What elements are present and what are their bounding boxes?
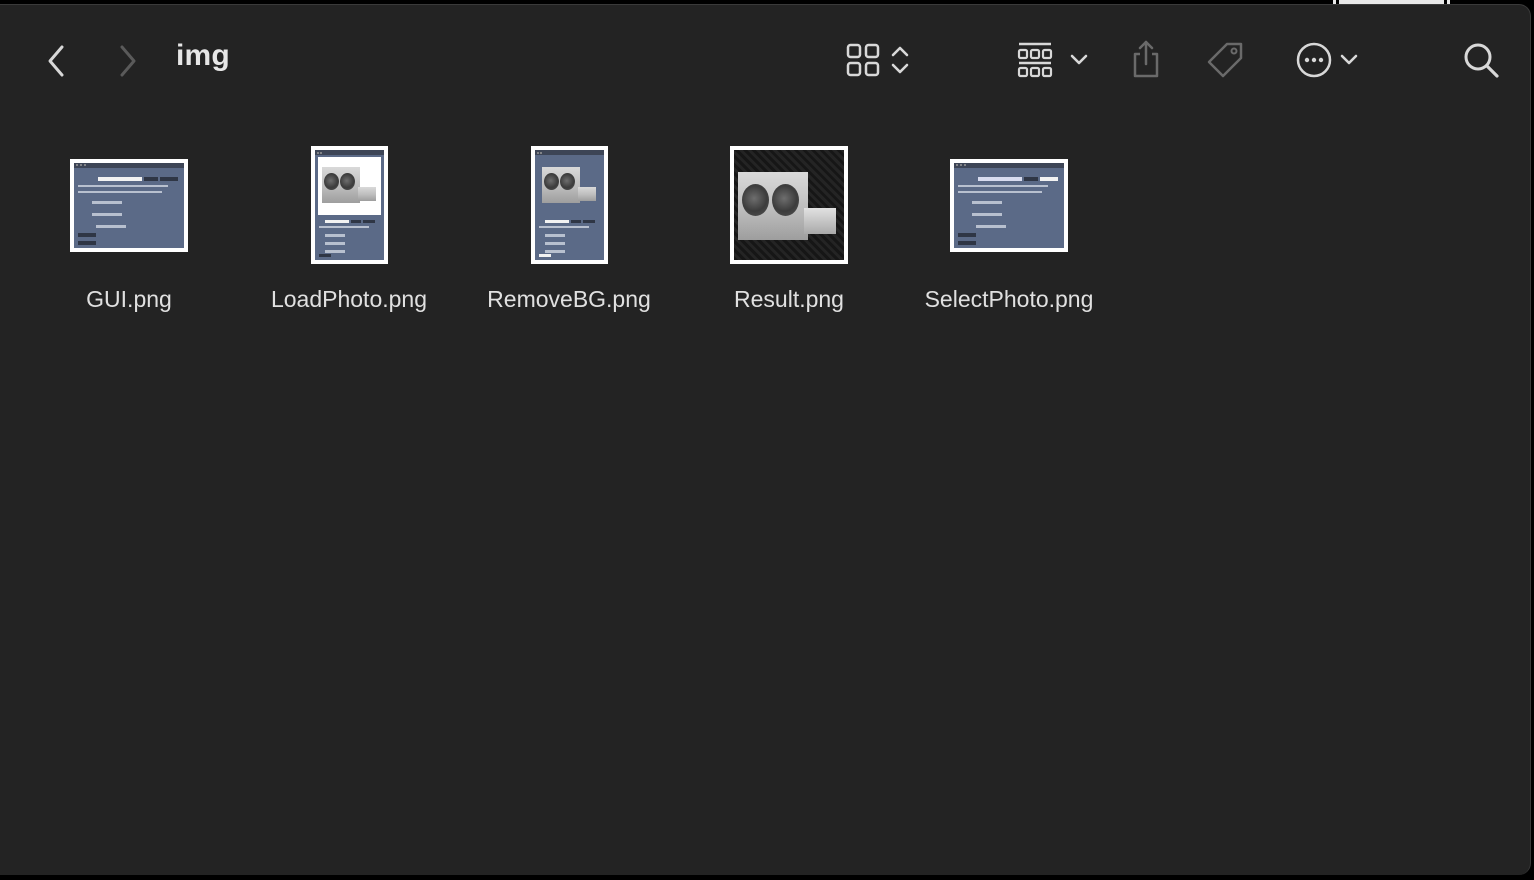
- tag-button[interactable]: [1204, 39, 1246, 81]
- chevron-down-icon: [1340, 54, 1358, 65]
- file-name: RemoveBG.png: [487, 286, 651, 312]
- file-name: LoadPhoto.png: [270, 286, 428, 312]
- view-mode-button[interactable]: [838, 39, 918, 81]
- grid-view-icon: [846, 43, 880, 77]
- share-button[interactable]: [1126, 37, 1166, 81]
- tag-icon: [1207, 42, 1243, 78]
- more-actions-button[interactable]: [1290, 39, 1364, 81]
- file-name: SelectPhoto.png: [924, 286, 1094, 312]
- thumbnail: [730, 146, 848, 264]
- search-icon: [1464, 43, 1499, 78]
- forward-button[interactable]: [112, 41, 144, 81]
- chevron-down-icon: [1070, 54, 1088, 65]
- group-icon: [1017, 42, 1053, 78]
- file-name: Result.png: [734, 286, 844, 312]
- thumbnail: [530, 146, 608, 264]
- share-icon: [1133, 40, 1159, 78]
- back-icon: [48, 45, 64, 77]
- thumbnail: [70, 158, 188, 252]
- forward-icon: [120, 45, 136, 77]
- folder-title: img: [176, 39, 230, 72]
- thumbnail: [950, 158, 1068, 252]
- sort-updown-icon: [891, 46, 909, 74]
- toolbar: img: [0, 5, 1530, 105]
- group-button[interactable]: [1012, 39, 1092, 81]
- file-name: GUI.png: [86, 286, 172, 312]
- search-button[interactable]: [1460, 39, 1502, 81]
- finder-window: img GUI.png LoadPhoto.png RemoveBG.png R…: [0, 4, 1531, 875]
- back-button[interactable]: [40, 41, 72, 81]
- thumbnail: [310, 146, 388, 264]
- more-icon: [1296, 42, 1332, 78]
